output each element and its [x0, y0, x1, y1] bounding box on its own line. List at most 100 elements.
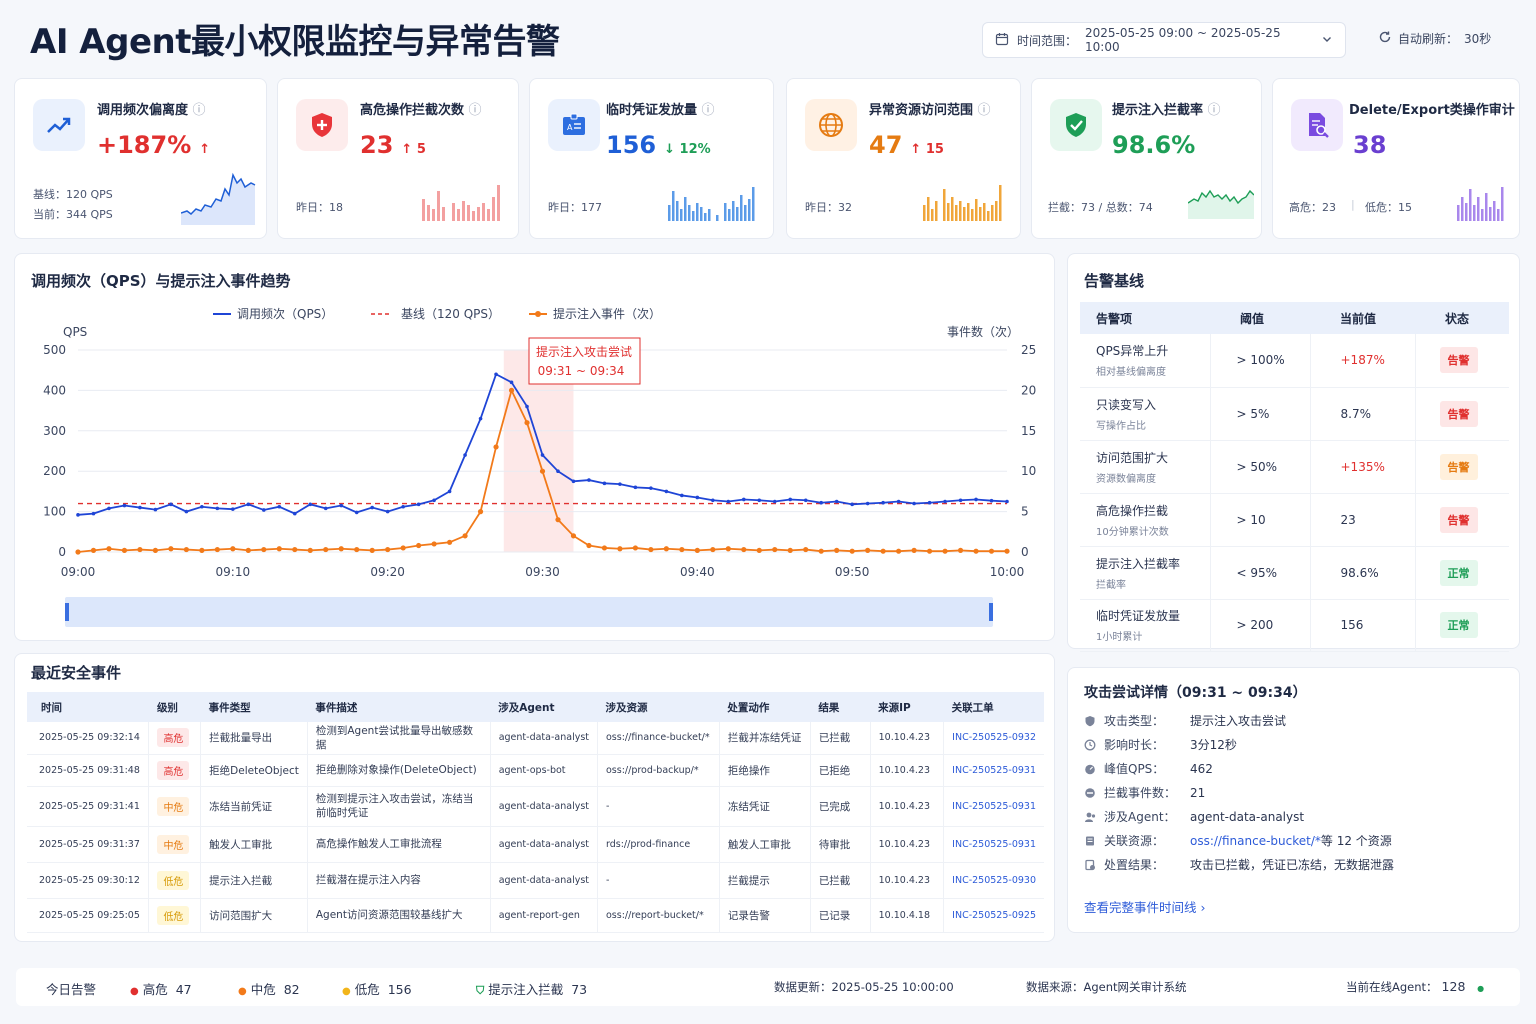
- kpi-title: 异常资源访问范围 ⓘ: [869, 103, 991, 118]
- event-resource: oss://finance-bucket/*: [597, 722, 720, 755]
- event-resource: oss://report-bucket/*: [597, 898, 720, 933]
- injection-point: [957, 547, 964, 553]
- ticket-link[interactable]: INC-250525-0931: [952, 839, 1036, 850]
- injection-point: [431, 541, 437, 547]
- y-axis-label-right: 事件数（次）: [947, 324, 1019, 339]
- event-type: 拦截批量导出: [200, 722, 308, 755]
- injection-point: [276, 546, 282, 552]
- x-tick: 09:40: [680, 565, 715, 579]
- auto-refresh[interactable]: 自动刷新： 30秒: [1378, 30, 1491, 47]
- time-range-picker[interactable]: 时间范围： 2025-05-25 09:00 ~ 2025-05-25 10:0…: [982, 22, 1346, 58]
- injection-point: [106, 546, 112, 552]
- qps-point: [927, 500, 932, 505]
- alert-item-sub: 拦截率: [1096, 579, 1126, 591]
- current-value: +135%: [1310, 440, 1416, 494]
- injection-point: [261, 546, 267, 553]
- col-header: 状态: [1415, 302, 1509, 334]
- injection-point: [462, 533, 468, 539]
- detail-value: 21: [1190, 785, 1206, 800]
- event-action: 记录告警: [719, 898, 811, 933]
- x-tick: 09:00: [61, 565, 96, 579]
- event-agent: agent-data-analyst: [490, 722, 599, 755]
- qps-point: [292, 511, 297, 516]
- qps-point: [509, 380, 514, 385]
- detail-label: 关联资源：: [1104, 834, 1165, 848]
- ticket-link[interactable]: INC-250525-0925: [952, 910, 1036, 921]
- event-result: 已拦截: [810, 722, 871, 755]
- alert-item-name: 访问范围扩大: [1096, 450, 1169, 465]
- status-badge: 正常: [1439, 612, 1478, 638]
- globe-icon: [805, 99, 857, 151]
- alert-item-name: 临时凭证发放量: [1096, 609, 1181, 623]
- col-header: 事件类型: [200, 692, 308, 722]
- view-timeline-link[interactable]: 查看完整事件时间线 ›: [1084, 897, 1205, 916]
- injection-point: [307, 547, 313, 553]
- ticket-link[interactable]: INC-250525-0930: [952, 875, 1036, 886]
- event-result: 已记录: [810, 898, 871, 933]
- table-row[interactable]: 2025-05-25 09:25:05 低危 访问范围扩大 Agent访问资源范围较基…: [27, 898, 1044, 933]
- level-badge: 低危: [157, 870, 190, 890]
- qps-point: [556, 469, 560, 473]
- injection-point: [663, 546, 669, 552]
- kpi-bar-sparkline: [923, 185, 1002, 221]
- y-tick-left: 400: [43, 383, 66, 397]
- qps-point: [494, 372, 498, 377]
- kpi-card-qps-deviation: 调用频次偏离度 ⓘ +187% ↑ 基线：120 QPS 当前：344 QPS: [14, 78, 267, 239]
- injection-point: [710, 546, 716, 553]
- qps-point: [76, 513, 80, 517]
- table-row[interactable]: 2025-05-25 09:32:14 高危 拦截批量导出 检测到Agent尝试批量导…: [27, 722, 1044, 755]
- qps-point: [478, 416, 483, 421]
- event-source-ip: 10.10.4.23: [870, 722, 945, 755]
- injection-point: [725, 546, 731, 552]
- current-value: 156: [1310, 599, 1416, 652]
- qps-point: [757, 498, 762, 503]
- ticket-link[interactable]: INC-250525-0931: [952, 765, 1036, 776]
- kpi-yesterday: 昨日：177: [548, 201, 602, 214]
- qps-point: [587, 478, 591, 482]
- table-row[interactable]: 2025-05-25 09:30:12 低危 提示注入拦截 拦截潜在提示注入内容 age…: [27, 862, 1044, 899]
- zoom-handle-left[interactable]: [65, 603, 69, 621]
- table-row[interactable]: 2025-05-25 09:31:37 中危 触发人工审批 高危操作触发人工审批流程 a…: [27, 826, 1044, 863]
- qps-point: [602, 481, 607, 486]
- event-desc: 拦截潜在提示注入内容: [307, 862, 491, 899]
- table-row[interactable]: 2025-05-25 09:31:41 中危 冻结当前凭证 检测到提示注入攻击尝试，冻…: [27, 786, 1044, 827]
- legend-baseline-label: 基线（120 QPS）: [401, 307, 500, 321]
- injection-point: [973, 548, 979, 554]
- trend-chart: 0 100 200 300 400 500 0 5 10 15 20 25 09:00 09:10 09:2…: [43, 306, 1036, 627]
- injection-point: [834, 547, 840, 553]
- event-action: 拦截并冻结凭证: [719, 722, 811, 755]
- y-tick-left: 100: [43, 505, 66, 519]
- col-header: 涉及Agent: [490, 692, 598, 722]
- threshold: > 100%: [1210, 334, 1311, 388]
- user-icon: [1084, 811, 1096, 823]
- detail-row: 攻击类型： 提示注入攻击尝试: [1084, 712, 1286, 729]
- injection-point: [1004, 548, 1010, 554]
- level-badge: 中危: [157, 834, 190, 854]
- kpi-current: 当前：344 QPS: [33, 208, 113, 221]
- injection-point: [679, 546, 685, 553]
- ticket-link[interactable]: INC-250525-0932: [952, 732, 1036, 743]
- detail-row: 处置结果： 攻击已拦截，凭证已冻结，无数据泄露: [1084, 856, 1394, 873]
- zoom-handle-right[interactable]: [989, 603, 993, 621]
- data-source: 数据来源：Agent网关审计系统: [1026, 980, 1187, 994]
- event-time: 2025-05-25 09:32:14: [27, 722, 150, 755]
- alert-item-name: 提示注入拦截率: [1096, 556, 1181, 571]
- table-row[interactable]: 2025-05-25 09:31:48 高危 拒绝DeleteObject 拒绝删除对…: [27, 754, 1044, 787]
- injection-point: [570, 533, 577, 539]
- qps-point: [184, 509, 189, 514]
- injection-point: [477, 509, 484, 515]
- qps-point: [107, 506, 111, 511]
- event-desc: 检测到Agent尝试批量导出敏感数据: [307, 722, 491, 755]
- qps-point: [1005, 499, 1009, 504]
- col-header: 告警项: [1080, 302, 1210, 334]
- threshold: > 5%: [1210, 387, 1311, 441]
- col-header: 处置动作: [719, 692, 811, 722]
- kpi-value: 98.6%: [1112, 131, 1196, 159]
- x-tick: 10:00: [990, 565, 1025, 579]
- event-desc: 拒绝删除对象操作(DeleteObject): [307, 754, 491, 787]
- injection-point: [183, 546, 189, 553]
- event-time: 2025-05-25 09:31:48: [27, 754, 150, 787]
- injection-point: [416, 542, 422, 549]
- ticket-link[interactable]: INC-250525-0931: [952, 801, 1036, 812]
- kpi-value: 156 ↓ 12%: [606, 131, 711, 159]
